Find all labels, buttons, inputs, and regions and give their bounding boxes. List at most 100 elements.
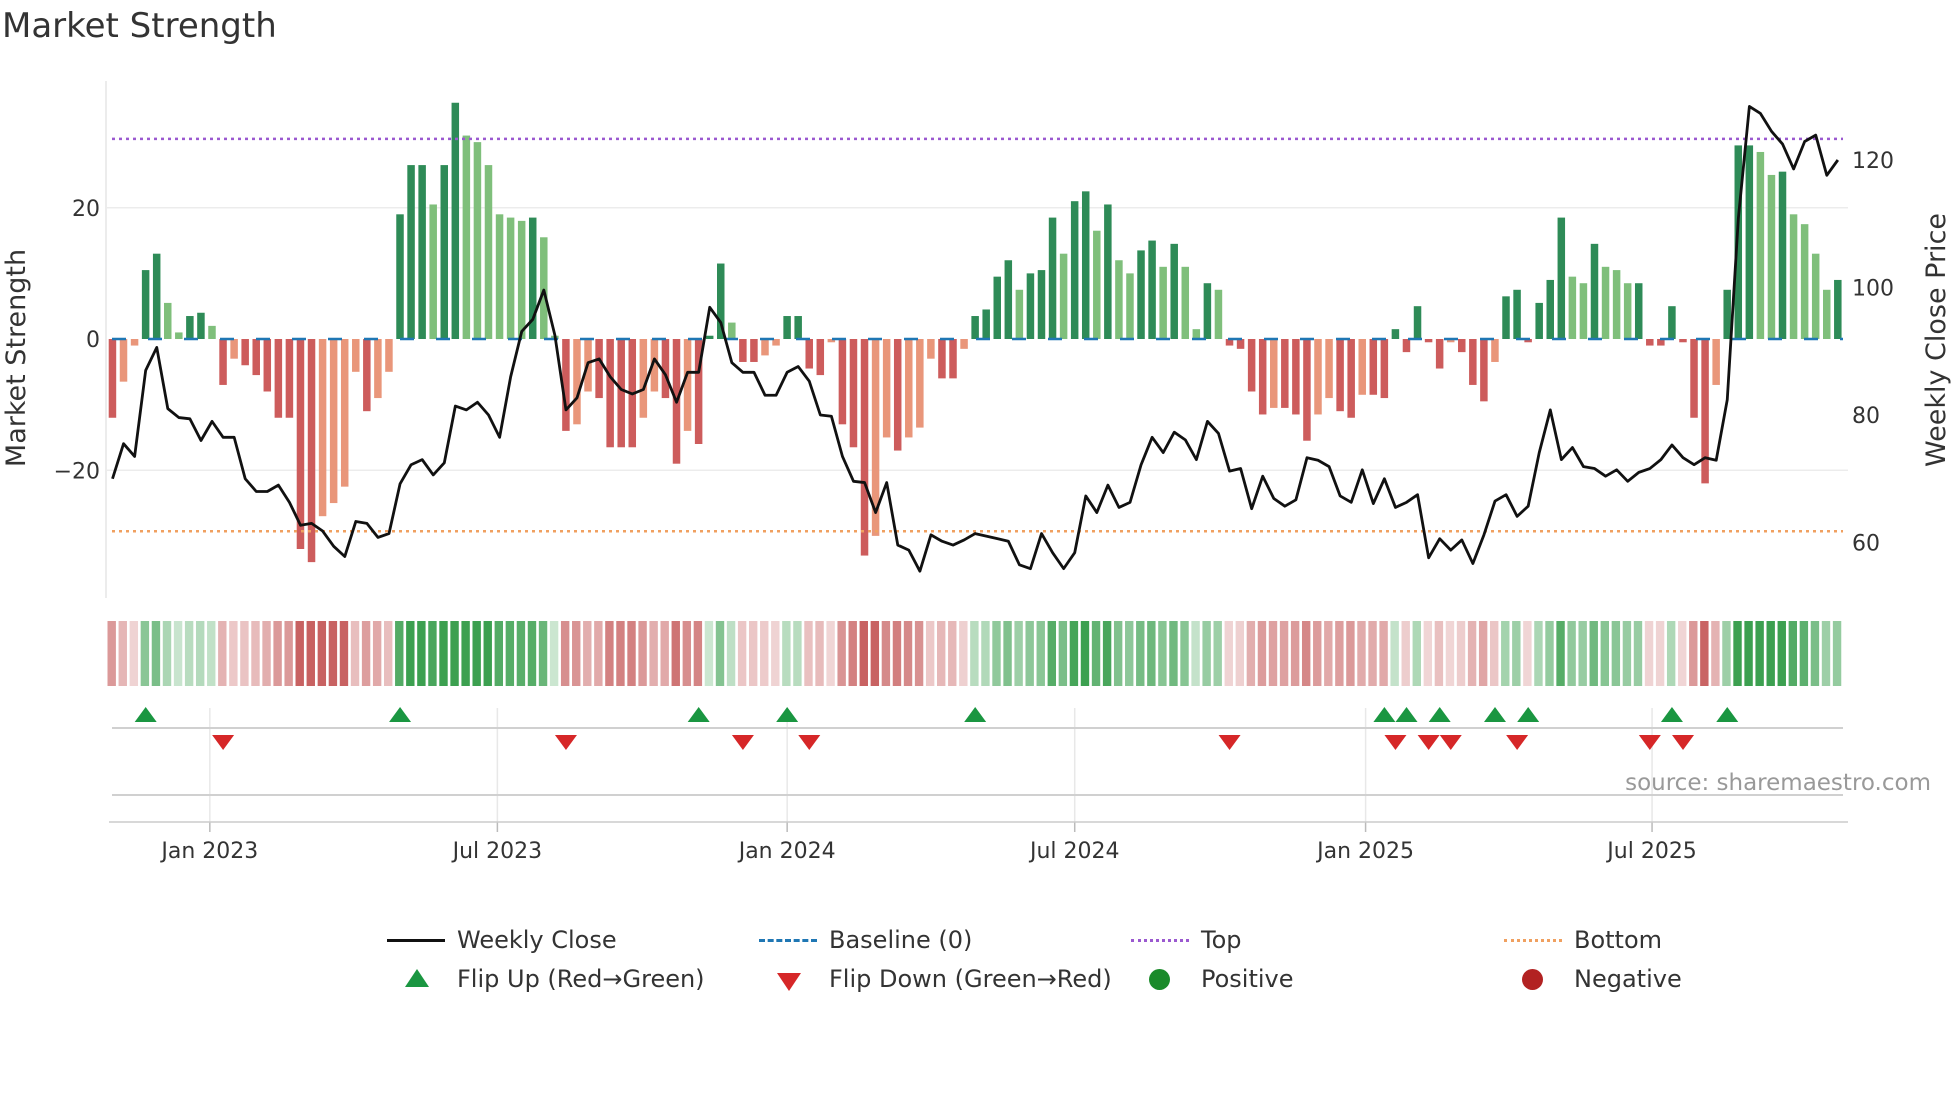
strength-bar bbox=[1048, 217, 1057, 339]
strength-strip-cell bbox=[605, 621, 614, 686]
strength-strip-cell bbox=[760, 621, 769, 686]
strength-strip-cell bbox=[948, 621, 957, 686]
legend-label: Negative bbox=[1574, 965, 1682, 993]
strength-bar bbox=[186, 316, 194, 339]
strength-bar bbox=[1292, 339, 1300, 415]
strength-bar bbox=[396, 214, 404, 339]
strength-strip-cell bbox=[1290, 621, 1300, 686]
strength-strip-cell bbox=[925, 621, 935, 686]
flip-up-marker bbox=[1428, 707, 1451, 722]
strength-bar bbox=[1380, 339, 1389, 399]
legend-label: Flip Down (Green→Red) bbox=[829, 965, 1112, 993]
strength-bar bbox=[1059, 253, 1068, 339]
strength-strip-cell bbox=[195, 621, 205, 686]
strength-strip-cell bbox=[173, 621, 183, 686]
strength-strip-cell bbox=[151, 621, 161, 686]
strength-strip-cell bbox=[549, 621, 559, 686]
strength-strip-cell bbox=[439, 621, 448, 686]
strength-strip-cell bbox=[748, 621, 758, 686]
strength-strip-cell bbox=[1777, 621, 1786, 686]
strength-bar bbox=[352, 339, 360, 372]
strength-bar bbox=[916, 339, 924, 428]
strength-strip-cell bbox=[1644, 621, 1654, 686]
strength-strip-cell bbox=[505, 621, 515, 686]
strength-bar bbox=[318, 339, 327, 517]
strength-bar bbox=[1181, 266, 1190, 339]
strength-bar bbox=[175, 332, 183, 339]
strength-bar bbox=[705, 335, 714, 339]
strength-strip-cell bbox=[494, 621, 503, 686]
strength-bar bbox=[849, 339, 858, 448]
legend-flip-down: Flip Down (Green→Red) bbox=[759, 965, 1112, 993]
strength-bar bbox=[230, 339, 238, 359]
strength-strip-cell bbox=[1423, 621, 1433, 686]
strength-bar bbox=[728, 322, 736, 339]
strength-strip-cell bbox=[1235, 621, 1245, 686]
strength-strip-cell bbox=[1080, 621, 1090, 686]
strength-bar bbox=[108, 339, 117, 418]
legend-flip-up: Flip Up (Red→Green) bbox=[387, 965, 705, 993]
strength-bar bbox=[617, 339, 625, 448]
strength-bar bbox=[1712, 339, 1720, 385]
strength-bar bbox=[1391, 329, 1400, 339]
strength-strip-cell bbox=[638, 621, 647, 686]
strength-bar bbox=[141, 270, 150, 339]
strength-bar bbox=[606, 339, 614, 448]
strength-bar bbox=[1458, 339, 1466, 353]
strength-strip-cell bbox=[1633, 621, 1643, 686]
y2-tick-label: 100 bbox=[1852, 277, 1894, 302]
strength-strip-cell bbox=[1744, 621, 1753, 686]
strength-strip-cell bbox=[1224, 621, 1233, 686]
strength-strip-cell bbox=[981, 621, 990, 686]
strength-strip-cell bbox=[1512, 621, 1521, 686]
dotted-line-icon bbox=[1504, 930, 1562, 950]
strength-bar bbox=[1745, 145, 1754, 339]
strength-strip-cell bbox=[428, 621, 437, 686]
strength-strip-cell bbox=[560, 621, 570, 686]
strength-strip-cell bbox=[1412, 621, 1421, 686]
strength-bar bbox=[1104, 204, 1112, 339]
strength-strip-cell bbox=[1545, 621, 1554, 686]
strength-strip-cell bbox=[1025, 621, 1034, 686]
strength-bar bbox=[1137, 250, 1145, 339]
strength-bar bbox=[1336, 339, 1344, 412]
strength-strip-cell bbox=[1655, 621, 1665, 686]
strength-strip-cell bbox=[1832, 621, 1842, 686]
strength-bar bbox=[473, 142, 482, 339]
strength-bar bbox=[1126, 273, 1134, 339]
strength-bar bbox=[484, 165, 493, 339]
market-strength-chart: −20 0 20 60 80 100 120 Jan 2023 Jul 2023 Jan 2024… bbox=[1, 81, 1952, 864]
strength-bar bbox=[761, 339, 769, 356]
strength-strip-cell bbox=[1279, 621, 1289, 686]
strength-strip-cell bbox=[1268, 621, 1278, 686]
strength-bar bbox=[960, 339, 968, 349]
flip-down-marker bbox=[1417, 735, 1440, 750]
strength-bar bbox=[1424, 339, 1433, 343]
strength-strip-cell bbox=[1733, 621, 1742, 686]
strength-bar bbox=[683, 339, 692, 431]
strength-bar bbox=[1148, 240, 1156, 339]
strength-strip-cell bbox=[1180, 621, 1189, 686]
strength-strip-cell bbox=[118, 621, 127, 686]
flip-down-marker bbox=[1638, 735, 1661, 750]
strength-bar bbox=[1646, 339, 1654, 346]
legend-label: Weekly Close bbox=[457, 926, 617, 954]
strength-strip-cell bbox=[1523, 621, 1532, 686]
flip-down-marker bbox=[1384, 735, 1407, 750]
strength-bar bbox=[440, 165, 448, 339]
strength-bar bbox=[1557, 217, 1566, 339]
strength-strip-cell bbox=[1799, 621, 1809, 686]
strength-bar bbox=[1369, 339, 1378, 395]
strength-bar bbox=[1015, 289, 1024, 339]
strength-bar bbox=[1823, 289, 1831, 339]
strength-bar bbox=[1081, 191, 1090, 339]
strength-bar bbox=[1037, 270, 1046, 339]
strength-bar bbox=[385, 339, 393, 372]
strength-strip-cell bbox=[538, 621, 548, 686]
strength-strip-cell bbox=[140, 621, 150, 686]
strength-strip-cell bbox=[306, 621, 315, 686]
strength-bar bbox=[219, 339, 227, 385]
strength-strip-cell bbox=[527, 621, 537, 686]
strength-strip-cell bbox=[339, 621, 349, 686]
strength-bar bbox=[495, 214, 504, 339]
